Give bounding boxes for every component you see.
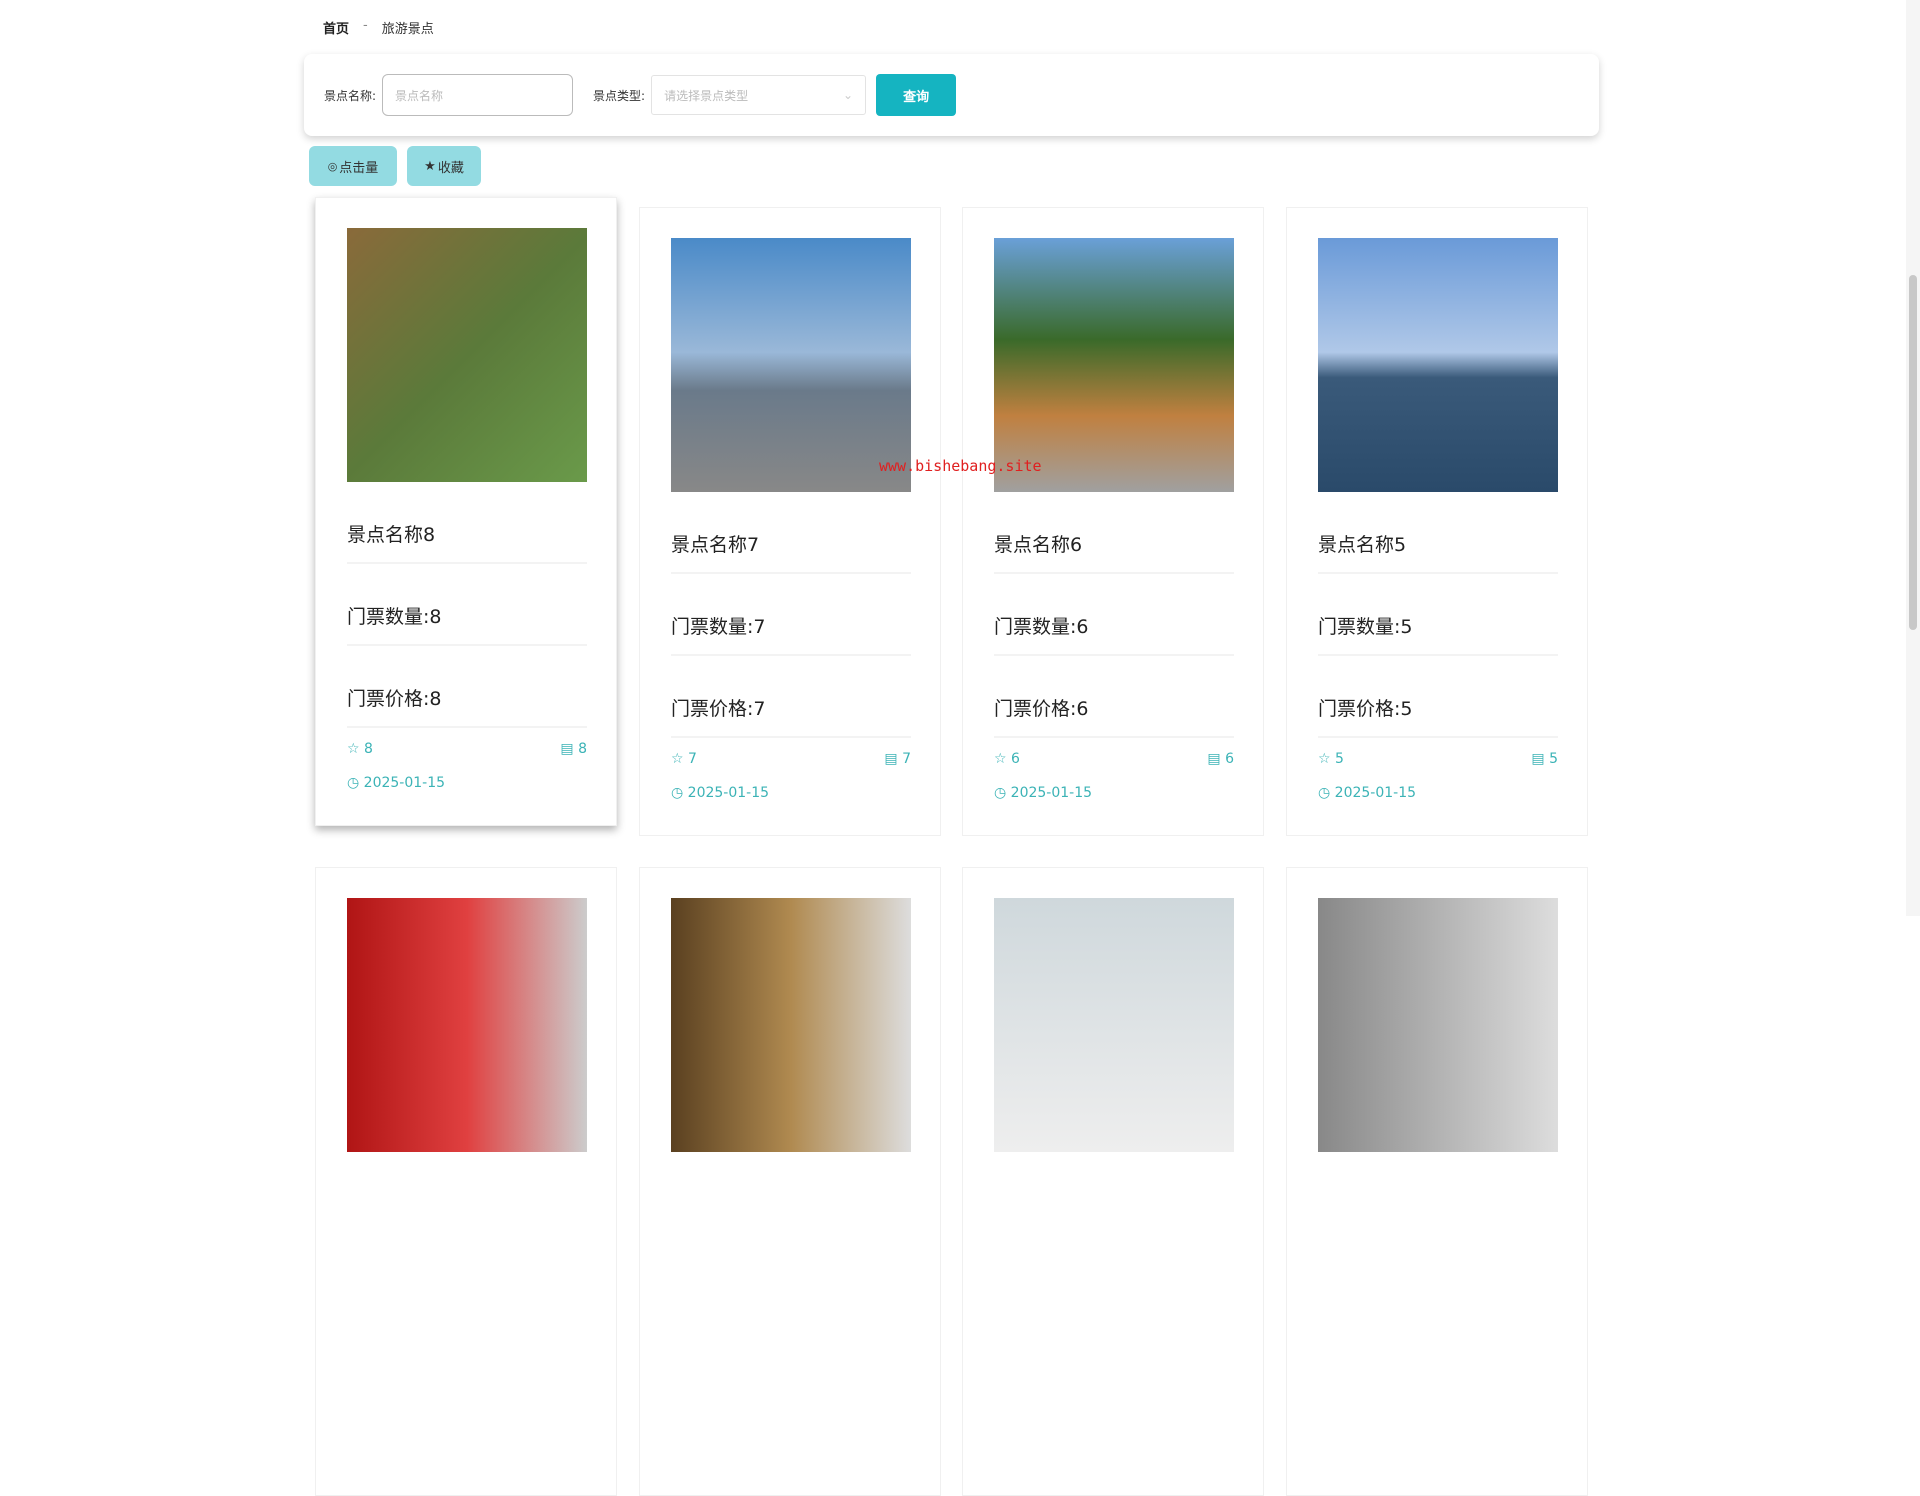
sort-clicks-button[interactable]: ◎ 点击量: [309, 146, 397, 186]
watermark: www.bishebang.site: [879, 457, 1042, 475]
attraction-card[interactable]: 景点名称7 门票数量:7 门票价格:7 ☆ 7 ▤ 7 ◷ 2025-01-15: [639, 207, 941, 836]
divider: [347, 726, 587, 728]
type-label: 景点类型:: [593, 88, 646, 103]
divider: [1318, 654, 1558, 656]
divider: [994, 736, 1234, 738]
clock-icon: ◷: [1318, 785, 1331, 801]
type-select[interactable]: 请选择景点类型 ⌄: [651, 75, 867, 115]
breadcrumb-separator: -: [363, 18, 368, 33]
card-comments: 6: [1225, 751, 1234, 767]
divider: [1318, 736, 1558, 738]
card-tickets: 门票数量:7: [671, 616, 766, 638]
query-button[interactable]: 查询: [876, 74, 957, 116]
attraction-image: [994, 238, 1234, 492]
card-title: 景点名称6: [994, 534, 1083, 556]
card-date: 2025-01-15: [363, 775, 446, 791]
card-comments: 7: [902, 751, 911, 767]
clock-icon: ◷: [347, 775, 360, 791]
card-date: 2025-01-15: [1334, 785, 1417, 801]
attraction-image: [347, 228, 587, 482]
divider: [994, 572, 1234, 574]
card-row2[interactable]: [962, 867, 1264, 1496]
breadcrumb-current: 旅游景点: [381, 22, 434, 37]
card-title: 景点名称8: [347, 524, 436, 546]
attraction-image: [1318, 898, 1558, 1152]
comment-icon: ▤: [884, 751, 898, 767]
card-title: 景点名称5: [1318, 534, 1407, 556]
divider: [347, 644, 587, 646]
card-date: 2025-01-15: [687, 785, 770, 801]
sort-favorites-label: 收藏: [437, 160, 464, 176]
card-row2[interactable]: [1286, 867, 1588, 1496]
divider: [671, 736, 911, 738]
divider: [994, 654, 1234, 656]
clock-icon: ◷: [671, 785, 684, 801]
attraction-image: [671, 898, 911, 1152]
search-panel: 景点名称: 景点名称 景点类型: 请选择景点类型 ⌄ 查询: [304, 54, 1599, 136]
card-row2[interactable]: [315, 867, 617, 1496]
attraction-image: [347, 898, 587, 1152]
chevron-down-icon: ⌄: [843, 88, 854, 102]
star-outline-icon: ☆: [1318, 751, 1331, 767]
attraction-card[interactable]: 景点名称8 门票数量:8 门票价格:8 ☆ 8 ▤ 8 ◷ 2025-01-15: [315, 197, 617, 826]
sort-clicks-label: 点击量: [339, 160, 379, 176]
card-price: 门票价格:5: [1318, 698, 1413, 720]
scrollbar[interactable]: [1906, 0, 1920, 916]
sort-favorites-button[interactable]: ★ 收藏: [407, 146, 481, 186]
card-stars: 8: [364, 741, 373, 757]
card-price: 门票价格:6: [994, 698, 1089, 720]
breadcrumb-home[interactable]: 首页: [323, 18, 349, 37]
attraction-image: [994, 898, 1234, 1152]
name-input[interactable]: 景点名称: [382, 74, 574, 116]
star-outline-icon: ☆: [671, 751, 684, 767]
attraction-card[interactable]: 景点名称5 门票数量:5 门票价格:5 ☆ 5 ▤ 5 ◷ 2025-01-15: [1286, 207, 1588, 836]
divider: [671, 572, 911, 574]
type-placeholder: 请选择景点类型: [664, 88, 749, 103]
clock-icon: ◷: [994, 785, 1007, 801]
comment-icon: ▤: [1531, 751, 1545, 767]
card-row2[interactable]: [639, 867, 941, 1496]
card-stars: 7: [688, 751, 697, 767]
star-outline-icon: ☆: [347, 741, 360, 757]
card-price: 门票价格:7: [671, 698, 766, 720]
card-stars: 5: [1335, 751, 1344, 767]
card-comments: 5: [1549, 751, 1558, 767]
card-stars: 6: [1011, 751, 1020, 767]
breadcrumb: 首页 - 旅游景点: [323, 18, 434, 37]
divider: [347, 562, 587, 564]
attraction-image: [671, 238, 911, 492]
attraction-card[interactable]: 景点名称6 门票数量:6 门票价格:6 ☆ 6 ▤ 6 ◷ 2025-01-15: [962, 207, 1264, 836]
comment-icon: ▤: [1207, 751, 1221, 767]
attraction-image: [1318, 238, 1558, 492]
eye-icon: ◎: [327, 159, 338, 173]
card-date: 2025-01-15: [1010, 785, 1093, 801]
divider: [671, 654, 911, 656]
star-outline-icon: ☆: [994, 751, 1007, 767]
divider: [1318, 572, 1558, 574]
comment-icon: ▤: [560, 741, 574, 757]
card-price: 门票价格:8: [347, 688, 442, 710]
card-tickets: 门票数量:6: [994, 616, 1089, 638]
card-tickets: 门票数量:8: [347, 606, 442, 628]
card-comments: 8: [578, 741, 587, 757]
star-icon: ★: [424, 158, 436, 174]
name-label: 景点名称:: [324, 88, 377, 103]
card-tickets: 门票数量:5: [1318, 616, 1413, 638]
scrollbar-thumb[interactable]: [1909, 275, 1917, 630]
card-title: 景点名称7: [671, 534, 760, 556]
